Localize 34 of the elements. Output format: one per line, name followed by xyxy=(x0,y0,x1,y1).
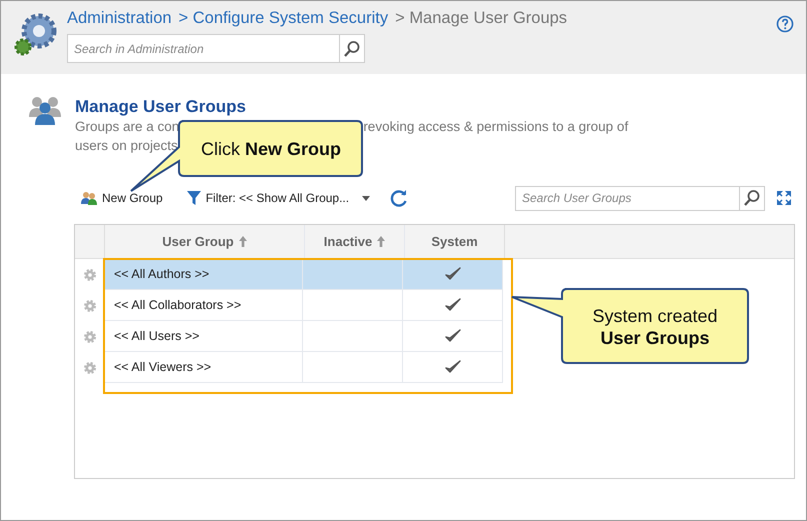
search-icon xyxy=(343,40,361,58)
callout-text: Click New Group xyxy=(200,139,342,160)
column-header[interactable]: User Group xyxy=(105,225,305,258)
search-button[interactable] xyxy=(739,186,765,210)
users-icon xyxy=(81,190,97,206)
expand-icon[interactable] xyxy=(777,191,791,205)
users-icon xyxy=(29,95,61,125)
table-cell: << All Users >> xyxy=(104,321,303,351)
filter-icon xyxy=(186,190,201,206)
table-row[interactable]: << All Authors >> xyxy=(104,259,503,290)
table-row[interactable]: << All Users >> xyxy=(104,321,503,352)
table-row[interactable]: << All Viewers >> xyxy=(104,352,503,383)
table-cell: << All Collaborators >> xyxy=(104,290,303,320)
column-header[interactable]: System xyxy=(405,225,505,258)
description-text: users on projects xyxy=(75,137,178,155)
page-title: Manage User Groups xyxy=(75,97,247,117)
breadcrumb-link[interactable]: > Configure System Security xyxy=(178,9,388,28)
column-header[interactable]: Inactive xyxy=(305,225,405,258)
filter-dropdown[interactable]: Filter: << Show All Group... xyxy=(182,190,374,206)
search-button[interactable] xyxy=(339,34,365,63)
breadcrumb-link[interactable]: Administration xyxy=(67,9,172,28)
search-field[interactable]: Search User Groups xyxy=(515,186,739,210)
refresh-icon[interactable] xyxy=(390,189,408,207)
callout-text: System created User Groups xyxy=(591,305,719,349)
search-icon xyxy=(743,189,761,207)
new-group-button[interactable]: New Group xyxy=(77,190,167,206)
breadcrumb-current: > Manage User Groups xyxy=(395,9,568,28)
table-row[interactable]: << All Collaborators >> xyxy=(104,290,503,321)
table-cell: << All Authors >> xyxy=(104,259,303,289)
caret-icon xyxy=(362,196,370,200)
help-icon[interactable] xyxy=(776,15,794,33)
table-cell: << All Viewers >> xyxy=(104,352,303,382)
search-field[interactable]: Search in Administration xyxy=(67,34,339,63)
description-text: revoking access & permissions to a group of xyxy=(363,118,628,136)
